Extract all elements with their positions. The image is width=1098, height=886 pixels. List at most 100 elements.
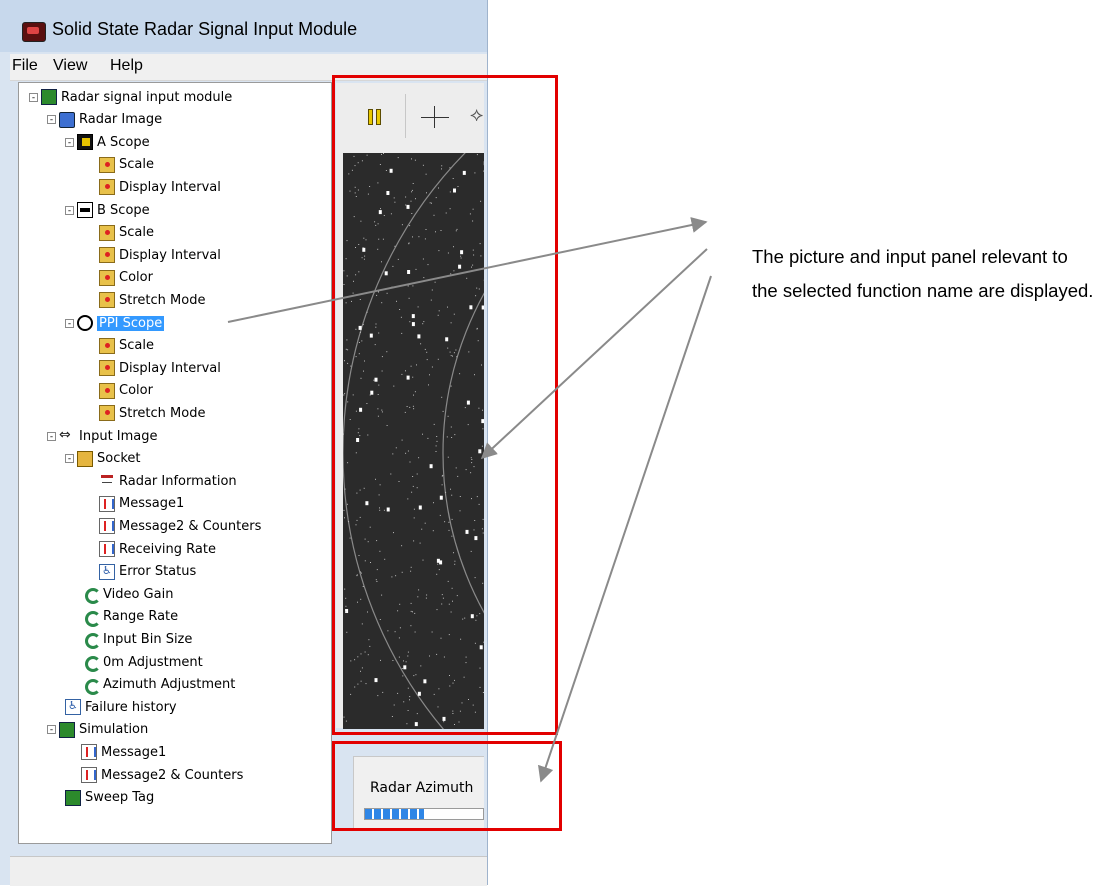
- wrench-icon: [83, 609, 99, 625]
- function-tree[interactable]: - Radar signal input module - Radar Image - A…: [18, 82, 332, 844]
- tree-item-label: Scale: [119, 225, 154, 240]
- accessibility-icon: [65, 699, 81, 715]
- tree-item[interactable]: -PPI Scope: [65, 313, 164, 333]
- tree-item[interactable]: - Socket: [65, 449, 141, 469]
- a-scope-icon: [77, 134, 93, 150]
- tree-item[interactable]: Display Interval: [99, 177, 221, 197]
- accessibility-icon: [99, 564, 115, 580]
- message-icon: [99, 541, 115, 557]
- tree-item[interactable]: - Simulation: [47, 720, 148, 740]
- tree-item[interactable]: Receiving Rate: [99, 539, 216, 559]
- tree-item-label: Color: [119, 270, 153, 285]
- folder-icon: [99, 247, 115, 263]
- b-scope-icon: [77, 202, 93, 218]
- menu-view[interactable]: View: [53, 57, 87, 75]
- tree-item-label: Error Status: [119, 564, 196, 579]
- tree-item[interactable]: - B Scope: [65, 200, 150, 220]
- tree-item-label: Input Bin Size: [103, 632, 192, 647]
- tree-item[interactable]: Sweep Tag: [65, 788, 154, 808]
- app-icon: [22, 22, 46, 42]
- collapse-toggle[interactable]: -: [47, 115, 56, 124]
- collapse-toggle[interactable]: -: [65, 206, 74, 215]
- tree-item[interactable]: Color: [99, 381, 153, 401]
- tree-item[interactable]: Input Bin Size: [83, 629, 192, 649]
- tree-item-label: Display Interval: [119, 361, 221, 376]
- annotation-text: The picture and input panel relevant to …: [752, 240, 1098, 347]
- tree-item[interactable]: Display Interval: [99, 245, 221, 265]
- tree-item[interactable]: Message1: [81, 742, 166, 762]
- tree-item-label: Socket: [97, 451, 141, 466]
- title-bar: Solid State Radar Signal Input Module: [0, 0, 487, 52]
- folder-icon: [99, 157, 115, 173]
- folder-icon: [99, 383, 115, 399]
- tree-item[interactable]: - Input Image: [47, 426, 158, 446]
- message-icon: [99, 496, 115, 512]
- tree-item-label: Color: [119, 383, 153, 398]
- collapse-toggle[interactable]: -: [29, 93, 38, 102]
- tree-item-label: Video Gain: [103, 587, 173, 602]
- window-title: Solid State Radar Signal Input Module: [52, 19, 357, 40]
- usb-icon: [59, 428, 75, 444]
- menu-help[interactable]: Help: [110, 57, 143, 75]
- tree-item-label: Scale: [119, 157, 154, 172]
- ppi-scope-icon: [77, 315, 93, 331]
- folder-icon: [99, 338, 115, 354]
- tree-item[interactable]: Video Gain: [83, 584, 173, 604]
- tree-item-label: Display Interval: [119, 248, 221, 263]
- tree-item[interactable]: - A Scope: [65, 132, 150, 152]
- message-icon: [81, 767, 97, 783]
- collapse-toggle[interactable]: -: [65, 138, 74, 147]
- menu-file[interactable]: File: [12, 57, 38, 75]
- tree-item-label: Simulation: [79, 722, 148, 737]
- folder-icon: [99, 360, 115, 376]
- tree-item[interactable]: Display Interval: [99, 358, 221, 378]
- tree-item[interactable]: Message2 & Counters: [99, 516, 261, 536]
- module-icon: [41, 89, 57, 105]
- socket-icon: [77, 451, 93, 467]
- tree-item-label: Message2 & Counters: [101, 768, 243, 783]
- tree-item[interactable]: Scale: [99, 336, 154, 356]
- wrench-icon: [83, 631, 99, 647]
- tree-item[interactable]: Scale: [99, 223, 154, 243]
- antenna-icon: [99, 473, 115, 489]
- tree-item-label: Radar Image: [79, 112, 162, 127]
- tree-item-label: B Scope: [97, 203, 150, 218]
- collapse-toggle[interactable]: -: [65, 454, 74, 463]
- collapse-toggle[interactable]: -: [47, 725, 56, 734]
- tree-item[interactable]: Radar Information: [99, 471, 237, 491]
- tree-item-label: Stretch Mode: [119, 293, 205, 308]
- collapse-toggle[interactable]: -: [65, 319, 74, 328]
- tree-item-label: Message1: [119, 496, 184, 511]
- tree-item[interactable]: Stretch Mode: [99, 403, 205, 423]
- tree-item[interactable]: - Radar Image: [47, 110, 162, 130]
- tree-item[interactable]: Message2 & Counters: [81, 765, 243, 785]
- tree-item[interactable]: Range Rate: [83, 607, 178, 627]
- tree-item[interactable]: Scale: [99, 155, 154, 175]
- module-icon: [59, 722, 75, 738]
- tree-item[interactable]: Failure history: [65, 697, 177, 717]
- status-bar: [10, 856, 487, 886]
- tree-item-label: A Scope: [97, 135, 150, 150]
- tree-item[interactable]: Message1: [99, 494, 184, 514]
- tree-item[interactable]: Stretch Mode: [99, 290, 205, 310]
- tree-item-label: Stretch Mode: [119, 406, 205, 421]
- tree-item[interactable]: Color: [99, 268, 153, 288]
- tree-item-label: Sweep Tag: [85, 790, 154, 805]
- tree-item-label: Radar signal input module: [61, 90, 232, 105]
- tree-item[interactable]: Azimuth Adjustment: [83, 675, 235, 695]
- folder-icon: [99, 292, 115, 308]
- highlight-box-picture: [332, 75, 558, 735]
- tree-item-label: Range Rate: [103, 609, 178, 624]
- tree-item[interactable]: - Radar signal input module: [29, 87, 232, 107]
- wrench-icon: [83, 586, 99, 602]
- tree-item-label: Display Interval: [119, 180, 221, 195]
- tree-item[interactable]: Error Status: [99, 562, 196, 582]
- tree-item-label: Scale: [119, 338, 154, 353]
- tree-item-label: Input Image: [79, 429, 158, 444]
- wrench-icon: [83, 677, 99, 693]
- highlight-box-input-panel: [332, 741, 562, 831]
- tree-item[interactable]: 0m Adjustment: [83, 652, 203, 672]
- message-icon: [99, 518, 115, 534]
- tree-item-label: Receiving Rate: [119, 542, 216, 557]
- collapse-toggle[interactable]: -: [47, 432, 56, 441]
